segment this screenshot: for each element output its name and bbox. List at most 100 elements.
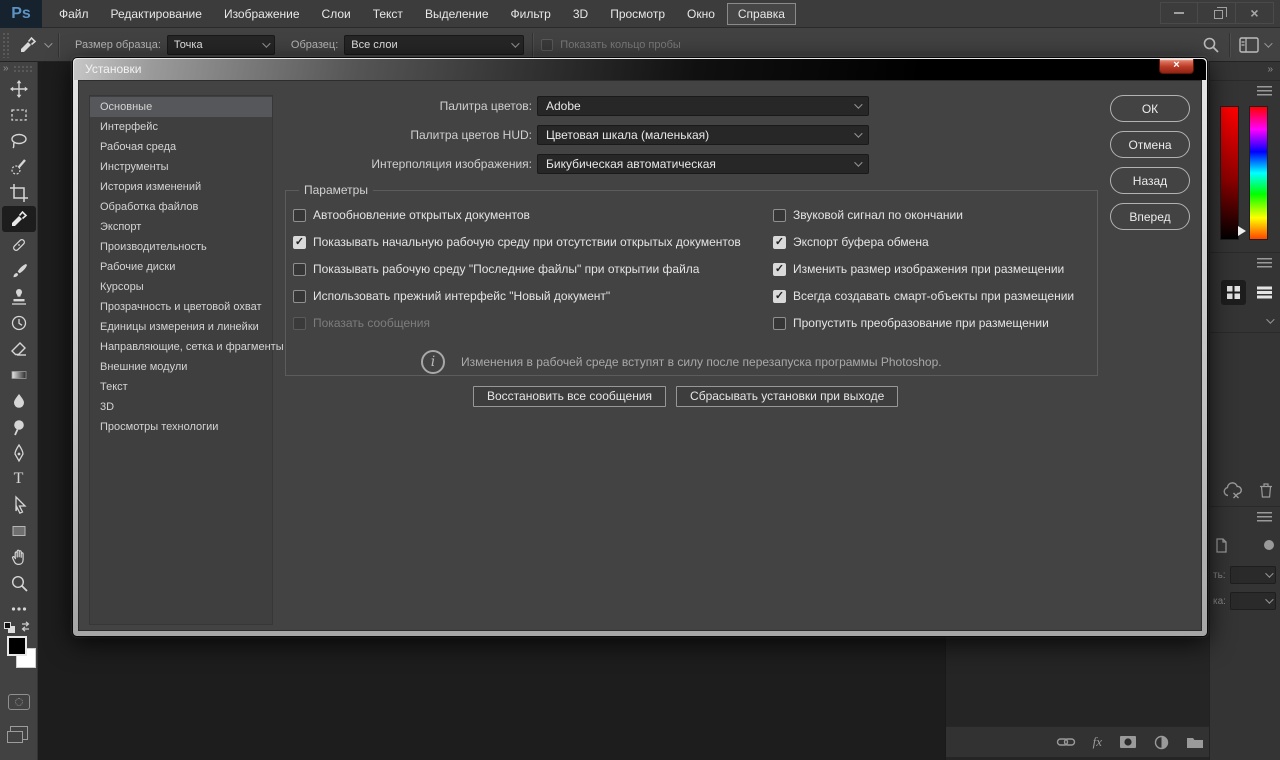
flat-button[interactable]: Сбрасывать установки при выходе — [676, 386, 898, 407]
current-tool-preview[interactable] — [18, 35, 50, 55]
checkbox[interactable]: ✓ — [773, 290, 786, 303]
menu-item[interactable]: Текст — [362, 0, 414, 28]
history-brush-tool[interactable] — [2, 310, 36, 336]
sidebar-item[interactable]: Просмотры технологии — [90, 417, 272, 437]
sidebar-item[interactable]: Рабочая среда — [90, 137, 272, 157]
toolbar-collapse-icon[interactable]: » — [3, 64, 9, 74]
zoom-tool[interactable] — [2, 570, 36, 596]
cloud-sync-off-icon[interactable] — [1222, 482, 1243, 500]
checkbox[interactable]: ✓ — [293, 236, 306, 249]
color-panel-menu-icon[interactable] — [1257, 86, 1272, 98]
adjustment-layer-icon[interactable] — [1154, 735, 1169, 750]
sidebar-item[interactable]: Обработка файлов — [90, 197, 272, 217]
sidebar-item[interactable]: Направляющие, сетка и фрагменты — [90, 337, 272, 357]
checkbox[interactable]: ✓ — [773, 317, 786, 330]
action-button[interactable]: ОК — [1110, 95, 1190, 122]
eyedropper-tool[interactable] — [2, 206, 36, 232]
dialog-title-bar[interactable]: Установки — [74, 59, 1206, 80]
panel-collapse-icon[interactable]: » — [1267, 64, 1273, 75]
chevron-down-icon[interactable] — [1264, 39, 1272, 47]
sidebar-item[interactable]: Производительность — [90, 237, 272, 257]
foreground-color-swatch[interactable] — [7, 636, 27, 656]
hand-tool[interactable] — [2, 544, 36, 570]
dropdown[interactable]: Цветовая шкала (маленькая) — [537, 125, 869, 145]
link-layers-icon[interactable] — [1056, 734, 1076, 750]
list-view-button[interactable] — [1252, 280, 1277, 305]
path-selection-tool[interactable] — [2, 492, 36, 518]
dodge-tool[interactable] — [2, 414, 36, 440]
spot-healing-brush-tool[interactable] — [2, 232, 36, 258]
checkbox[interactable]: ✓ — [293, 317, 306, 330]
checkbox[interactable]: ✓ — [773, 209, 786, 222]
sidebar-item[interactable]: Курсоры — [90, 277, 272, 297]
sidebar-item[interactable]: Интерфейс — [90, 117, 272, 137]
eraser-tool[interactable] — [2, 336, 36, 362]
workspace-icon[interactable] — [1238, 36, 1260, 54]
menu-item[interactable]: Выделение — [414, 0, 500, 28]
sidebar-item[interactable]: Текст — [90, 377, 272, 397]
brush-tool[interactable] — [2, 258, 36, 284]
swap-colors-icon[interactable] — [19, 620, 32, 633]
pen-tool[interactable] — [2, 440, 36, 466]
layers-panel-menu-icon[interactable] — [1257, 512, 1272, 524]
minimize-button[interactable] — [1160, 2, 1198, 24]
filter-toggle[interactable] — [1264, 540, 1274, 550]
close-button[interactable]: × — [1236, 2, 1274, 24]
dropdown[interactable]: Бикубическая автоматическая — [537, 154, 869, 174]
fill-select[interactable] — [1230, 592, 1276, 610]
checkbox[interactable]: ✓ — [293, 209, 306, 222]
menu-item[interactable]: Редактирование — [100, 0, 213, 28]
swatches-panel-menu-icon[interactable] — [1257, 258, 1272, 270]
delete-trash-icon[interactable] — [1259, 482, 1273, 498]
gradient-tool[interactable] — [2, 362, 36, 388]
screen-mode-button[interactable] — [10, 726, 28, 740]
type-tool[interactable]: T — [2, 466, 36, 492]
menu-item[interactable]: Изображение — [213, 0, 311, 28]
checkbox[interactable]: ✓ — [773, 263, 786, 276]
restore-button[interactable] — [1198, 2, 1236, 24]
blur-tool[interactable] — [2, 388, 36, 414]
menu-item[interactable]: Просмотр — [599, 0, 676, 28]
toolbar-grip[interactable] — [13, 65, 33, 73]
flat-button[interactable]: Восстановить все сообщения — [473, 386, 666, 407]
menu-item[interactable]: Окно — [676, 0, 726, 28]
move-tool[interactable] — [2, 76, 36, 102]
red-gradient-ramp[interactable] — [1220, 106, 1239, 240]
layer-mask-icon[interactable] — [1119, 735, 1137, 749]
hue-ramp[interactable] — [1249, 106, 1268, 240]
dialog-close-button[interactable]: × — [1159, 59, 1194, 74]
clone-stamp-tool[interactable] — [2, 284, 36, 310]
default-colors-icon[interactable] — [4, 620, 34, 634]
rectangular-marquee-tool[interactable] — [2, 102, 36, 128]
sidebar-item[interactable]: История изменений — [90, 177, 272, 197]
menu-item[interactable]: Слои — [311, 0, 362, 28]
menu-item[interactable]: 3D — [562, 0, 599, 28]
sidebar-item[interactable]: Инструменты — [90, 157, 272, 177]
sample-select[interactable]: Все слои — [344, 35, 524, 55]
layer-style-fx-icon[interactable]: fx — [1093, 734, 1102, 750]
more-tools-ellipsis-icon[interactable] — [2, 596, 36, 622]
lasso-tool[interactable] — [2, 128, 36, 154]
sidebar-item[interactable]: Рабочие диски — [90, 257, 272, 277]
chevron-down-icon[interactable] — [1266, 315, 1274, 323]
grid-view-button[interactable] — [1221, 280, 1246, 305]
sidebar-item[interactable]: Внешние модули — [90, 357, 272, 377]
quick-selection-tool[interactable] — [2, 154, 36, 180]
hue-slider-pointer[interactable] — [1238, 226, 1246, 236]
action-button[interactable]: Вперед — [1110, 203, 1190, 230]
sidebar-item[interactable]: Основные — [90, 97, 272, 117]
sidebar-item[interactable]: Прозрачность и цветовой охват — [90, 297, 272, 317]
checkbox[interactable]: ✓ — [293, 263, 306, 276]
search-icon[interactable] — [1201, 35, 1221, 55]
options-bar-grip[interactable] — [2, 32, 10, 58]
layer-kind-icon[interactable] — [1215, 538, 1228, 553]
opacity-select[interactable] — [1230, 566, 1276, 584]
sidebar-item[interactable]: 3D — [90, 397, 272, 417]
menu-item[interactable]: Справка — [727, 3, 796, 25]
checkbox[interactable]: ✓ — [293, 290, 306, 303]
checkbox[interactable]: ✓ — [773, 236, 786, 249]
shape-tool[interactable] — [2, 518, 36, 544]
action-button[interactable]: Отмена — [1110, 131, 1190, 158]
sidebar-item[interactable]: Единицы измерения и линейки — [90, 317, 272, 337]
sidebar-item[interactable]: Экспорт — [90, 217, 272, 237]
